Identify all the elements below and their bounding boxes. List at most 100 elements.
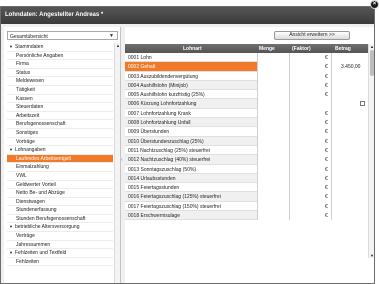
table-row[interactable]: 0013 Sonntagszuschlag (50%) €: [125, 164, 368, 174]
tree-item[interactable]: Einmalzahlung: [7, 163, 113, 172]
quantity-cell[interactable]: [257, 136, 289, 146]
tree-group[interactable]: ▼ Stammdaten: [7, 43, 113, 52]
table-row[interactable]: 0001 Lohn €: [125, 53, 368, 63]
tree-item[interactable]: Sonstiges: [7, 129, 113, 138]
tree-item[interactable]: Verträge: [7, 232, 113, 241]
tree-item[interactable]: Persönliche Angaben: [7, 52, 113, 61]
factor-cell[interactable]: [289, 99, 331, 109]
table-header: Lohnart Menge (Faktor) Betrag: [125, 44, 368, 53]
scroll-thumb[interactable]: [370, 50, 374, 76]
table-row[interactable]: 0012 Nachtzuschlag (40%) steuerfrei €: [125, 155, 368, 165]
quantity-cell[interactable]: [257, 62, 289, 72]
amount-cell[interactable]: [331, 80, 368, 91]
quantity-cell[interactable]: [257, 201, 289, 212]
view-select-value: Gesamtübersicht: [10, 33, 48, 40]
tree-item[interactable]: Dienstwagen: [7, 198, 113, 207]
quantity-cell[interactable]: [257, 127, 289, 137]
quantity-cell[interactable]: [257, 71, 289, 81]
table-scrollbar[interactable]: ▲ ▼: [368, 44, 374, 258]
amount-cell[interactable]: [331, 127, 368, 137]
quantity-cell[interactable]: [257, 155, 289, 165]
tree-item[interactable]: VWL: [7, 172, 113, 181]
table-row[interactable]: 0017 Feiertagszuschlag (150%) steuerfrei…: [125, 201, 368, 212]
amount-cell[interactable]: [331, 192, 368, 202]
quantity-cell[interactable]: [257, 80, 289, 91]
tree-item[interactable]: Laufendes Arbeitsentgelt: [7, 154, 113, 164]
table-row[interactable]: 0005 Aushilfslohn kurzfristig (25%) €: [125, 90, 368, 100]
view-select[interactable]: Gesamtübersicht ▼: [7, 31, 118, 40]
reduction-checkbox[interactable]: [360, 101, 365, 107]
quantity-cell[interactable]: [257, 53, 289, 63]
table-row[interactable]: 0007 Lohnfortzahlung Krank €: [125, 108, 368, 119]
quantity-cell[interactable]: [257, 108, 289, 119]
table-row[interactable]: 0006 Kürzung Lohnfortzahlung: [125, 99, 368, 109]
table-row[interactable]: 0002 Gehalt €3.450,00: [125, 62, 368, 72]
table-row[interactable]: 0015 Feiertagsstunden €: [125, 183, 368, 193]
tree-item[interactable]: Firma: [7, 60, 113, 69]
tree-item[interactable]: Kassen: [7, 95, 113, 104]
table-row[interactable]: 0014 Urlaubsstunden €: [125, 173, 368, 184]
tree-item[interactable]: Meldewesen: [7, 77, 113, 86]
quantity-cell[interactable]: [257, 211, 289, 221]
tree-item-label: Arbeitszeit: [16, 112, 40, 119]
quantity-cell[interactable]: [257, 164, 289, 174]
tree-item[interactable]: Stundenerfassung: [7, 206, 113, 215]
amount-cell[interactable]: [331, 173, 368, 184]
amount-cell[interactable]: [331, 155, 368, 165]
table-row[interactable]: 0010 Überstundenzuschlag (25%) €: [125, 136, 368, 146]
tree-item[interactable]: Status: [7, 69, 113, 78]
currency-label: €: [325, 194, 328, 201]
scroll-up-icon[interactable]: ▲: [370, 44, 374, 49]
scroll-up-icon[interactable]: ▲: [116, 43, 120, 48]
scroll-down-icon[interactable]: ▼: [370, 253, 374, 258]
amount-cell[interactable]: [331, 118, 368, 128]
tree-item-label: Tätigkeit: [16, 86, 35, 93]
quantity-cell[interactable]: [257, 192, 289, 202]
amount-cell[interactable]: [331, 53, 368, 63]
table-row[interactable]: 0016 Feiertagszuschlag (125%) steuerfrei…: [125, 192, 368, 202]
tree-item[interactable]: Arbeitszeit: [7, 112, 113, 121]
amount-cell[interactable]: [331, 211, 368, 221]
column-header-betrag[interactable]: Betrag: [335, 46, 351, 52]
amount-cell[interactable]: [331, 183, 368, 193]
tree-item[interactable]: Geldwerter Vorteil: [7, 181, 113, 190]
quantity-cell[interactable]: [257, 118, 289, 128]
tree-item[interactable]: Steuerdaten: [7, 103, 113, 112]
chevron-down-icon[interactable]: ▼: [109, 33, 114, 39]
table-row[interactable]: 0011 Nachtzuschlag (25%) steuerfrei €: [125, 145, 368, 156]
tree-item[interactable]: Tätigkeit: [7, 86, 113, 95]
table-row[interactable]: 0004 Aushilfslohn (Minijob) €: [125, 80, 368, 91]
quantity-cell[interactable]: [257, 90, 289, 100]
column-header-faktor[interactable]: (Faktor): [292, 46, 311, 52]
tree-item[interactable]: Stunden Berufsgenossenschaft: [7, 215, 113, 224]
tree-item[interactable]: Netto Be- und Abzüge: [7, 189, 113, 198]
tree-item[interactable]: Jahressummen: [7, 241, 113, 250]
tree-group[interactable]: ▼ Fehlzeiten und Textfeld: [7, 249, 113, 258]
amount-cell[interactable]: [331, 164, 368, 174]
table-row[interactable]: 0009 Überstunden €: [125, 127, 368, 137]
tree-item[interactable]: Vorträge: [7, 138, 113, 147]
amount-cell[interactable]: [331, 71, 368, 81]
expand-view-button[interactable]: Ansicht erweitern >>: [274, 31, 350, 40]
amount-cell[interactable]: [331, 108, 368, 119]
column-header-menge[interactable]: Menge: [259, 46, 275, 52]
column-header-lohnart[interactable]: Lohnart: [183, 46, 202, 52]
tree-item[interactable]: Fehlzeiten: [7, 258, 113, 267]
tree-group[interactable]: ▼ betriebliche Altersversorgung: [7, 223, 113, 233]
tree-item[interactable]: Berufsgenossenschaft: [7, 120, 113, 129]
quantity-cell[interactable]: [257, 99, 289, 109]
table-row[interactable]: 0018 Erschwernisulage €: [125, 211, 368, 221]
tree-scrollbar[interactable]: ▲: [114, 43, 120, 283]
tree-group[interactable]: ▼ Lohnangaben: [7, 146, 113, 155]
amount-cell[interactable]: [331, 145, 368, 156]
amount-value: 3.450,00: [341, 64, 361, 71]
quantity-cell[interactable]: [257, 173, 289, 184]
amount-cell[interactable]: [331, 201, 368, 212]
amount-cell[interactable]: [331, 136, 368, 146]
amount-cell[interactable]: [331, 90, 368, 100]
table-row[interactable]: 0003 Auszubildendenvergütung €: [125, 71, 368, 81]
quantity-cell[interactable]: [257, 183, 289, 193]
table-row[interactable]: 0008 Lohnfortzahlung Unfall €: [125, 118, 368, 128]
close-icon[interactable]: ×: [370, 0, 379, 9]
quantity-cell[interactable]: [257, 145, 289, 156]
